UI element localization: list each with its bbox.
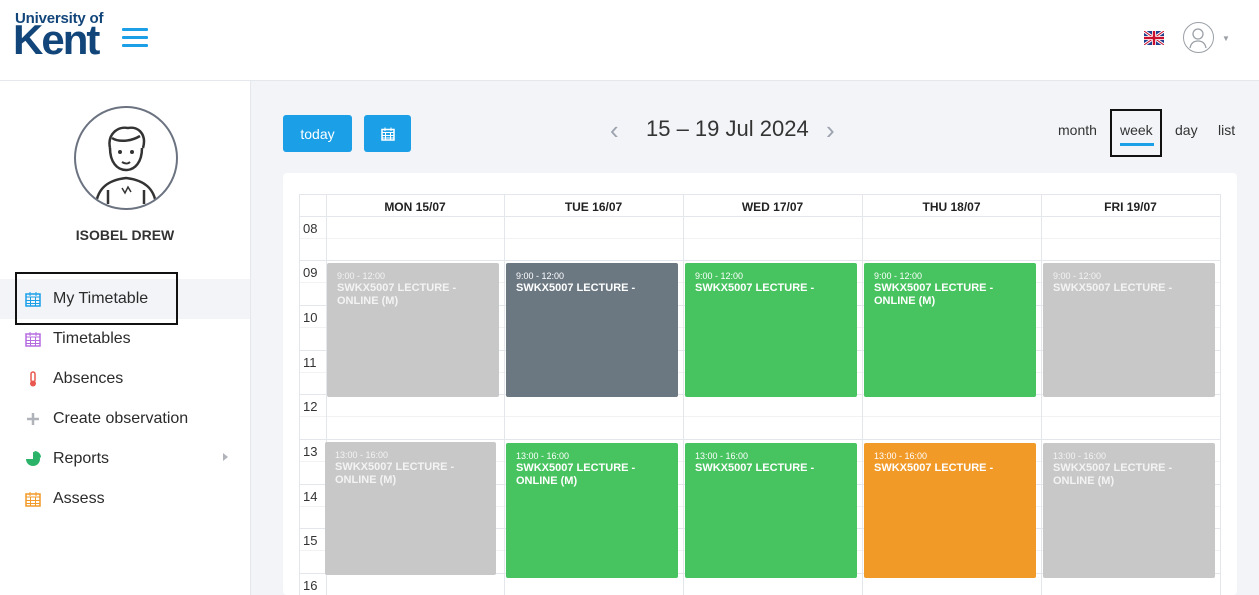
- calendar-icon: [25, 332, 41, 347]
- hour-label: 13: [303, 444, 318, 459]
- hour-label: 10: [303, 310, 318, 325]
- hour-label: 16: [303, 578, 318, 593]
- logo-kent[interactable]: Kent: [13, 19, 100, 61]
- grid-line: [504, 194, 505, 595]
- hour-label: 11: [303, 355, 317, 370]
- event-title: SWKX5007 LECTURE - ONLINE (M): [516, 462, 636, 487]
- hour-label: 15: [303, 533, 318, 548]
- event-title: SWKX5007 LECTURE - ONLINE (M): [335, 461, 455, 486]
- grid-line: [862, 194, 863, 595]
- hour-label: 09: [303, 265, 318, 280]
- hamburger-menu-icon[interactable]: [122, 28, 148, 50]
- event-fri-am[interactable]: 9:00 - 12:00 SWKX5007 LECTURE -: [1043, 263, 1215, 397]
- sidebar-item-create-observation[interactable]: Create observation: [0, 399, 250, 439]
- hour-label: 14: [303, 489, 318, 504]
- sidebar-item-label: Timetables: [53, 330, 131, 347]
- top-bar: University of Kent ▼: [0, 0, 1259, 81]
- sidebar-item-assess[interactable]: Assess: [0, 479, 250, 519]
- event-title: SWKX5007 LECTURE - ONLINE (M): [337, 282, 457, 307]
- next-week-button[interactable]: ›: [826, 117, 835, 143]
- calendar-icon: [25, 492, 41, 507]
- event-fri-pm[interactable]: 13:00 - 16:00 SWKX5007 LECTURE - ONLINE …: [1043, 443, 1215, 578]
- event-mon-am[interactable]: 9:00 - 12:00 SWKX5007 LECTURE - ONLINE (…: [327, 263, 499, 397]
- sidebar-item-timetables[interactable]: Timetables: [0, 319, 250, 359]
- plus-icon: [27, 413, 39, 425]
- event-time: 13:00 - 16:00: [874, 451, 928, 461]
- event-wed-am[interactable]: 9:00 - 12:00 SWKX5007 LECTURE -: [685, 263, 857, 397]
- grid-line: [299, 216, 1221, 217]
- thermometer-icon: [30, 371, 36, 387]
- event-tue-am[interactable]: 9:00 - 12:00 SWKX5007 LECTURE -: [506, 263, 678, 397]
- focus-highlight-week: [1110, 109, 1162, 157]
- profile-avatar: [74, 106, 178, 210]
- sidebar-item-absences[interactable]: Absences: [0, 359, 250, 399]
- grid-line: [683, 194, 684, 595]
- pie-chart-icon: [26, 451, 41, 466]
- event-time: 9:00 - 12:00: [516, 271, 565, 281]
- event-tue-pm[interactable]: 13:00 - 16:00 SWKX5007 LECTURE - ONLINE …: [506, 443, 678, 578]
- view-list-button[interactable]: list: [1218, 122, 1235, 138]
- day-header-fri: FRI 19/07: [1104, 200, 1157, 214]
- event-title: SWKX5007 LECTURE - ONLINE (M): [1053, 462, 1173, 487]
- hour-label: 08: [303, 221, 318, 236]
- event-time: 13:00 - 16:00: [516, 451, 570, 461]
- event-title: SWKX5007 LECTURE -: [874, 462, 994, 474]
- grid-line: [299, 238, 1221, 239]
- event-time: 9:00 - 12:00: [695, 271, 744, 281]
- event-thu-am[interactable]: 9:00 - 12:00 SWKX5007 LECTURE - ONLINE (…: [864, 263, 1036, 397]
- grid-line: [299, 439, 1221, 440]
- sidebar-item-label: Absences: [53, 370, 124, 387]
- event-time: 13:00 - 16:00: [695, 451, 749, 461]
- profile-name: ISOBEL DREW: [75, 227, 175, 243]
- user-avatar-icon[interactable]: [1183, 22, 1214, 53]
- grid-line: [299, 194, 300, 595]
- prev-week-button[interactable]: ‹: [610, 117, 619, 143]
- calendar-icon: [380, 127, 395, 141]
- sidebar-item-label: Assess: [53, 490, 105, 507]
- chevron-down-icon[interactable]: ▼: [1222, 34, 1230, 43]
- event-thu-pm[interactable]: 13:00 - 16:00 SWKX5007 LECTURE -: [864, 443, 1036, 578]
- chevron-right-icon[interactable]: [223, 453, 228, 461]
- date-range-title: 15 – 19 Jul 2024: [646, 116, 809, 141]
- event-title: SWKX5007 LECTURE -: [695, 282, 815, 294]
- grid-line: [299, 416, 1221, 417]
- event-time: 13:00 - 16:00: [335, 450, 389, 460]
- event-title: SWKX5007 LECTURE -: [695, 462, 815, 474]
- focus-highlight-my-timetable: [15, 272, 178, 325]
- grid-line: [1041, 194, 1042, 595]
- sidebar-item-label: Reports: [53, 450, 110, 467]
- view-month-button[interactable]: month: [1058, 122, 1097, 138]
- date-picker-button[interactable]: [364, 115, 411, 152]
- calendar-grid: MON 15/07 TUE 16/07 WED 17/07 THU 18/07 …: [299, 194, 1221, 595]
- event-title: SWKX5007 LECTURE - ONLINE (M): [874, 282, 994, 307]
- view-day-button[interactable]: day: [1175, 122, 1198, 138]
- sidebar: ISOBEL DREW My Timetable Timetables Abse…: [0, 81, 251, 595]
- grid-line: [299, 260, 1221, 261]
- hour-label: 12: [303, 399, 318, 414]
- event-wed-pm[interactable]: 13:00 - 16:00 SWKX5007 LECTURE -: [685, 443, 857, 578]
- today-button[interactable]: today: [283, 115, 352, 152]
- sidebar-item-label: Create observation: [53, 410, 189, 427]
- day-header-mon: MON 15/07: [384, 200, 446, 214]
- event-time: 9:00 - 12:00: [337, 271, 386, 281]
- day-header-thu: THU 18/07: [922, 200, 981, 214]
- event-mon-pm[interactable]: 13:00 - 16:00 SWKX5007 LECTURE - ONLINE …: [325, 442, 496, 575]
- day-header-wed: WED 17/07: [741, 200, 804, 214]
- event-time: 9:00 - 12:00: [874, 271, 923, 281]
- sidebar-item-reports[interactable]: Reports: [0, 439, 250, 479]
- grid-line: [1220, 194, 1221, 595]
- event-time: 9:00 - 12:00: [1053, 271, 1102, 281]
- event-title: SWKX5007 LECTURE -: [1053, 282, 1173, 294]
- event-title: SWKX5007 LECTURE -: [516, 282, 636, 294]
- event-time: 13:00 - 16:00: [1053, 451, 1107, 461]
- uk-flag-icon[interactable]: [1144, 31, 1164, 45]
- day-header-tue: TUE 16/07: [564, 200, 623, 214]
